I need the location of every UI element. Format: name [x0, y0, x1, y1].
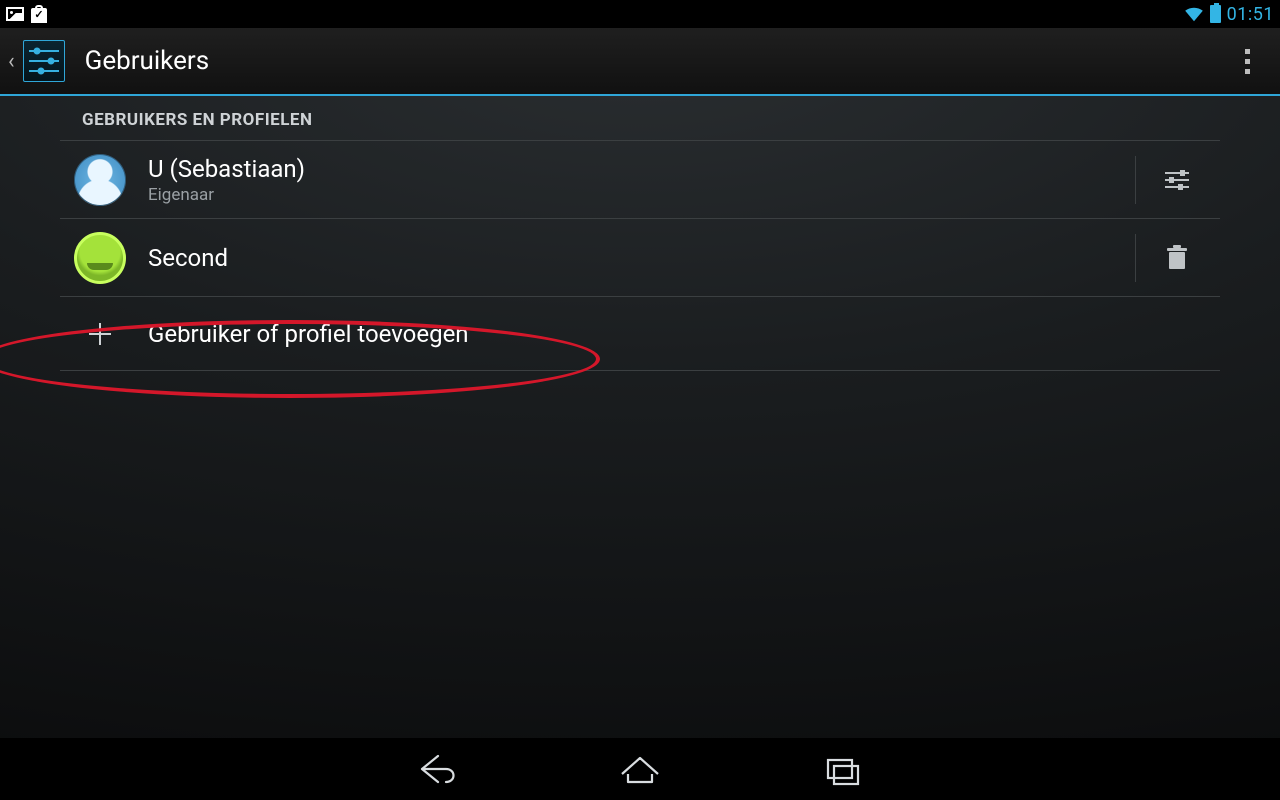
wifi-icon — [1184, 6, 1204, 22]
avatar-owner-icon — [74, 154, 126, 206]
section-header-users: GEBRUIKERS EN PROFIELEN — [60, 96, 1220, 141]
plus-icon — [74, 308, 126, 360]
notification-store-icon — [30, 5, 48, 23]
add-user-row[interactable]: Gebruiker of profiel toevoegen — [60, 297, 1220, 371]
user-second-name: Second — [148, 244, 1115, 272]
avatar-second-icon — [74, 232, 126, 284]
user-owner-settings-button[interactable] — [1156, 159, 1198, 201]
battery-icon — [1210, 5, 1221, 23]
row-divider — [1135, 234, 1136, 282]
notification-image-icon — [6, 7, 24, 21]
nav-home-button[interactable] — [614, 748, 666, 790]
user-row-second[interactable]: Second — [60, 219, 1220, 297]
content-area: GEBRUIKERS EN PROFIELEN U (Sebastiaan) E… — [0, 96, 1280, 738]
status-clock: 01:51 — [1227, 4, 1274, 25]
nav-recent-button[interactable] — [816, 748, 868, 790]
user-owner-name: U (Sebastiaan) — [148, 155, 1115, 183]
settings-app-icon[interactable] — [17, 34, 71, 88]
row-divider — [1135, 156, 1136, 204]
user-second-delete-button[interactable] — [1156, 237, 1198, 279]
user-row-second-body: Second — [148, 244, 1115, 272]
user-row-owner-body: U (Sebastiaan) Eigenaar — [148, 155, 1115, 205]
back-caret-icon[interactable]: ‹ — [8, 49, 15, 74]
trash-icon — [1166, 245, 1188, 271]
sliders-icon — [1163, 168, 1191, 192]
system-nav-bar — [0, 738, 1280, 800]
user-row-owner[interactable]: U (Sebastiaan) Eigenaar — [60, 141, 1220, 219]
add-user-label: Gebruiker of profiel toevoegen — [148, 320, 1198, 348]
overflow-menu-button[interactable] — [1222, 28, 1272, 94]
status-bar: 01:51 — [0, 0, 1280, 28]
action-bar: ‹ Gebruikers — [0, 28, 1280, 96]
nav-back-button[interactable] — [412, 748, 464, 790]
page-title: Gebruikers — [85, 46, 210, 76]
user-owner-role: Eigenaar — [148, 185, 1115, 205]
